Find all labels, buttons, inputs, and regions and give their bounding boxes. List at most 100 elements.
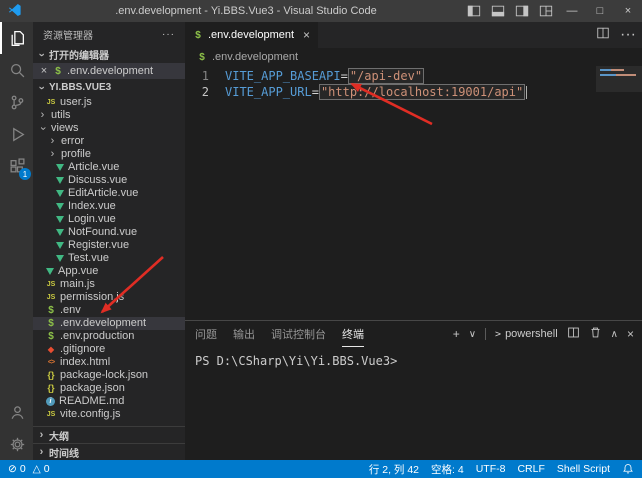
token-operator: = — [341, 69, 348, 83]
js-file-icon: JS — [46, 291, 56, 304]
chevron-right-icon: › — [37, 446, 46, 458]
close-panel-icon[interactable]: × — [627, 327, 634, 341]
tree-item-label: vite.config.js — [60, 408, 121, 421]
main-area: 1 资源管理器 ··· › 打开的编辑器 × $ .env.de — [0, 22, 642, 460]
close-window-button[interactable]: × — [614, 0, 642, 22]
tree-item-EditArticle.vue[interactable]: EditArticle.vue — [33, 187, 185, 200]
encoding[interactable]: UTF-8 — [476, 463, 506, 475]
tree-item-Article.vue[interactable]: Article.vue — [33, 161, 185, 174]
tree-item-label: main.js — [60, 278, 95, 291]
token-string: "/api-dev" — [348, 68, 424, 84]
tree-item-.gitignore[interactable]: ◆.gitignore — [33, 343, 185, 356]
tree-item-Login.vue[interactable]: Login.vue — [33, 213, 185, 226]
tree-item-package-lock.json[interactable]: {}package-lock.json — [33, 369, 185, 382]
source-control-icon[interactable] — [0, 86, 33, 118]
tree-item-Index.vue[interactable]: Index.vue — [33, 200, 185, 213]
language-mode[interactable]: Shell Script — [557, 463, 610, 475]
bottom-panel: 问题输出调试控制台终端 + ∨ > powershell — [185, 320, 642, 460]
tree-item-vite.config.js[interactable]: JSvite.config.js — [33, 408, 185, 421]
tree-item-views[interactable]: ›views — [33, 122, 185, 135]
panel-tab-问题[interactable]: 问题 — [195, 321, 217, 347]
problems-status[interactable]: ⊘ 0 △ 0 — [8, 463, 50, 475]
search-icon[interactable] — [0, 54, 33, 86]
run-debug-icon[interactable] — [0, 118, 33, 150]
notifications-bell-icon[interactable] — [622, 463, 634, 475]
close-icon[interactable]: × — [39, 65, 49, 77]
kill-terminal-icon[interactable] — [589, 326, 602, 342]
warning-icon: △ — [33, 463, 41, 475]
tree-item-utils[interactable]: ›utils — [33, 109, 185, 122]
panel-tab-输出[interactable]: 输出 — [233, 321, 255, 347]
toggle-secondary-sidebar-icon[interactable] — [510, 0, 534, 22]
minimap-slider[interactable] — [596, 66, 642, 92]
tree-item-index.html[interactable]: <>index.html — [33, 356, 185, 369]
panel-actions: + ∨ > powershell ∧ — [453, 321, 634, 347]
panel-tab-调试控制台[interactable]: 调试控制台 — [271, 321, 326, 347]
more-actions-icon[interactable]: ··· — [162, 29, 175, 40]
terminal-output[interactable]: PS D:\CSharp\Yi\Yi.BBS.Vue3> — [185, 347, 642, 460]
code-editor[interactable]: 1VITE_APP_BASEAPI="/api-dev"2VITE_APP_UR… — [185, 66, 642, 320]
tree-item-Discuss.vue[interactable]: Discuss.vue — [33, 174, 185, 187]
code-line-2[interactable]: 2VITE_APP_URL="http://localhost:19001/ap… — [185, 84, 642, 100]
breadcrumb[interactable]: $ .env.development — [185, 48, 642, 66]
settings-gear-icon[interactable] — [0, 428, 33, 460]
toggle-panel-icon[interactable] — [486, 0, 510, 22]
extensions-badge: 1 — [19, 168, 31, 180]
close-tab-icon[interactable]: × — [303, 28, 310, 42]
tree-item-label: error — [61, 135, 84, 148]
tree-item-permission.js[interactable]: JSpermission.js — [33, 291, 185, 304]
code-lines: 1VITE_APP_BASEAPI="/api-dev"2VITE_APP_UR… — [185, 68, 642, 100]
tree-item-README.md[interactable]: iREADME.md — [33, 395, 185, 408]
minimap[interactable] — [596, 66, 642, 108]
tree-item-.env[interactable]: $.env — [33, 304, 185, 317]
eol[interactable]: CRLF — [517, 463, 544, 475]
html-file-icon: <> — [46, 356, 56, 369]
customize-layout-icon[interactable] — [534, 0, 558, 22]
minimize-button[interactable]: — — [558, 0, 586, 22]
tree-item-user.js[interactable]: JSuser.js — [33, 96, 185, 109]
terminal-instance-powershell[interactable]: > powershell — [495, 328, 558, 340]
tree-item-NotFound.vue[interactable]: NotFound.vue — [33, 226, 185, 239]
maximize-panel-icon[interactable]: ∧ — [611, 329, 618, 340]
tree-item-Register.vue[interactable]: Register.vue — [33, 239, 185, 252]
tree-item-Test.vue[interactable]: Test.vue — [33, 252, 185, 265]
new-terminal-icon[interactable]: + — [453, 327, 460, 341]
window-title: .env.development - Yi.BBS.Vue3 - Visual … — [30, 5, 462, 17]
open-editors-label: 打开的编辑器 — [49, 47, 109, 62]
project-header[interactable]: › YI.BBS.VUE3 — [33, 79, 185, 96]
split-terminal-icon[interactable] — [567, 326, 580, 342]
tree-item-error[interactable]: ›error — [33, 135, 185, 148]
terminal-profile-chevron-icon[interactable]: ∨ — [469, 329, 476, 340]
more-actions-icon[interactable]: ··· — [620, 26, 636, 44]
timeline-section-header[interactable]: › 时间线 — [33, 443, 185, 460]
outline-section-header[interactable]: › 大纲 — [33, 426, 185, 443]
chevron-down-icon: › — [36, 83, 48, 92]
code-line-1[interactable]: 1VITE_APP_BASEAPI="/api-dev" — [185, 68, 642, 84]
extensions-icon[interactable]: 1 — [0, 150, 33, 182]
outline-label: 大纲 — [49, 428, 69, 443]
tree-item-label: NotFound.vue — [68, 226, 137, 239]
cursor-position[interactable]: 行 2, 列 42 — [369, 462, 419, 477]
vue-file-icon — [56, 216, 64, 223]
explorer-icon[interactable] — [0, 22, 33, 54]
indentation[interactable]: 空格: 4 — [431, 462, 464, 477]
tree-item-label: .env.development — [60, 317, 146, 330]
tree-item-main.js[interactable]: JSmain.js — [33, 278, 185, 291]
open-editor-item[interactable]: × $ .env.development — [33, 63, 185, 79]
tree-item-.env.development[interactable]: $.env.development — [33, 317, 185, 330]
split-editor-icon[interactable] — [596, 26, 610, 45]
panel-tab-终端[interactable]: 终端 — [342, 321, 364, 347]
toggle-sidebar-icon[interactable] — [462, 0, 486, 22]
accounts-icon[interactable] — [0, 396, 33, 428]
open-editors-header[interactable]: › 打开的编辑器 — [33, 46, 185, 63]
window-bottom-strip — [0, 478, 642, 482]
tree-item-.env.production[interactable]: $.env.production — [33, 330, 185, 343]
maximize-button[interactable]: □ — [586, 0, 614, 22]
tree-item-label: profile — [61, 148, 91, 161]
tree-item-profile[interactable]: ›profile — [33, 148, 185, 161]
tree-item-package.json[interactable]: {}package.json — [33, 382, 185, 395]
editor-tab-env-development[interactable]: $ .env.development × — [185, 22, 318, 48]
vscode-logo-icon — [8, 3, 22, 20]
tree-item-App.vue[interactable]: App.vue — [33, 265, 185, 278]
vue-file-icon — [56, 164, 64, 171]
